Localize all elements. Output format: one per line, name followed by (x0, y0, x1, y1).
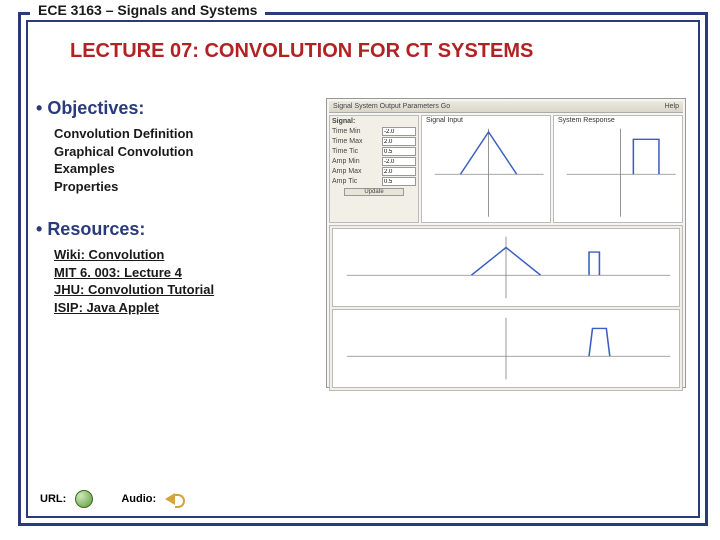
globe-icon[interactable] (75, 490, 93, 508)
ctrl-row: Amp Tic (332, 177, 416, 186)
applet-toolbar: Signal System Output Parameters Go Help (329, 101, 683, 113)
objectives-list: Convolution Definition Graphical Convolu… (36, 125, 316, 195)
toolbar-help: Help (665, 103, 679, 110)
url-label: URL: (40, 493, 66, 505)
time-max-input[interactable] (382, 137, 416, 146)
bottom-panels (329, 225, 683, 391)
objectives-heading: Objectives: (36, 98, 316, 119)
ctrl-label: Time Min (332, 128, 361, 135)
system-response-chart (554, 116, 682, 222)
signal-input-chart (422, 116, 550, 222)
objective-item: Convolution Definition (54, 125, 316, 143)
url-label-group: URL: (40, 490, 93, 508)
time-min-input[interactable] (382, 127, 416, 136)
left-column: Objectives: Convolution Definition Graph… (36, 98, 316, 388)
audio-label-group: Audio: (121, 493, 175, 505)
applet-screenshot: Signal System Output Parameters Go Help … (326, 98, 686, 388)
top-panels: Signal: Time Min Time Max Time Tic Amp M… (329, 115, 683, 223)
ctrl-label: Time Max (332, 138, 362, 145)
footer: URL: Audio: (40, 490, 175, 508)
resources-heading: Resources: (36, 219, 316, 240)
content-area: Objectives: Convolution Definition Graph… (36, 98, 686, 388)
system-response-plot: System Response (553, 115, 683, 223)
plot-title: System Response (558, 117, 615, 124)
output-plot (332, 309, 680, 388)
update-button[interactable]: Update (344, 188, 404, 196)
signal-panel-title: Signal: (332, 118, 416, 125)
ctrl-row: Amp Min (332, 157, 416, 166)
ctrl-row: Time Min (332, 127, 416, 136)
resources-list: Wiki: Convolution MIT 6. 003: Lecture 4 … (36, 246, 316, 316)
objective-item: Properties (54, 178, 316, 196)
lecture-title: LECTURE 07: CONVOLUTION FOR CT SYSTEMS (70, 40, 533, 63)
ctrl-label: Time Tic (332, 148, 358, 155)
resource-link-mit[interactable]: MIT 6. 003: Lecture 4 (54, 264, 316, 282)
output-chart (333, 310, 679, 387)
time-tic-input[interactable] (382, 147, 416, 156)
ctrl-label: Amp Min (332, 158, 360, 165)
ctrl-row: Amp Max (332, 167, 416, 176)
signal-input-plot: Signal Input (421, 115, 551, 223)
course-header: ECE 3163 – Signals and Systems (30, 2, 265, 18)
ctrl-row: Time Max (332, 137, 416, 146)
amp-min-input[interactable] (382, 157, 416, 166)
plot-title: Signal Input (426, 117, 463, 124)
ctrl-label: Amp Max (332, 168, 362, 175)
resource-link-wiki[interactable]: Wiki: Convolution (54, 246, 316, 264)
overlap-chart (333, 229, 679, 306)
audio-label: Audio: (121, 493, 156, 505)
speaker-icon[interactable] (165, 493, 175, 505)
resource-link-isip[interactable]: ISIP: Java Applet (54, 299, 316, 317)
ctrl-row: Time Tic (332, 147, 416, 156)
signal-control-panel: Signal: Time Min Time Max Time Tic Amp M… (329, 115, 419, 223)
toolbar-items: Signal System Output Parameters Go (333, 103, 450, 110)
ctrl-label: Amp Tic (332, 178, 357, 185)
convolution-overlap-plot (332, 228, 680, 307)
amp-max-input[interactable] (382, 167, 416, 176)
resource-link-jhu[interactable]: JHU: Convolution Tutorial (54, 281, 316, 299)
objective-item: Graphical Convolution (54, 143, 316, 161)
objective-item: Examples (54, 160, 316, 178)
amp-tic-input[interactable] (382, 177, 416, 186)
